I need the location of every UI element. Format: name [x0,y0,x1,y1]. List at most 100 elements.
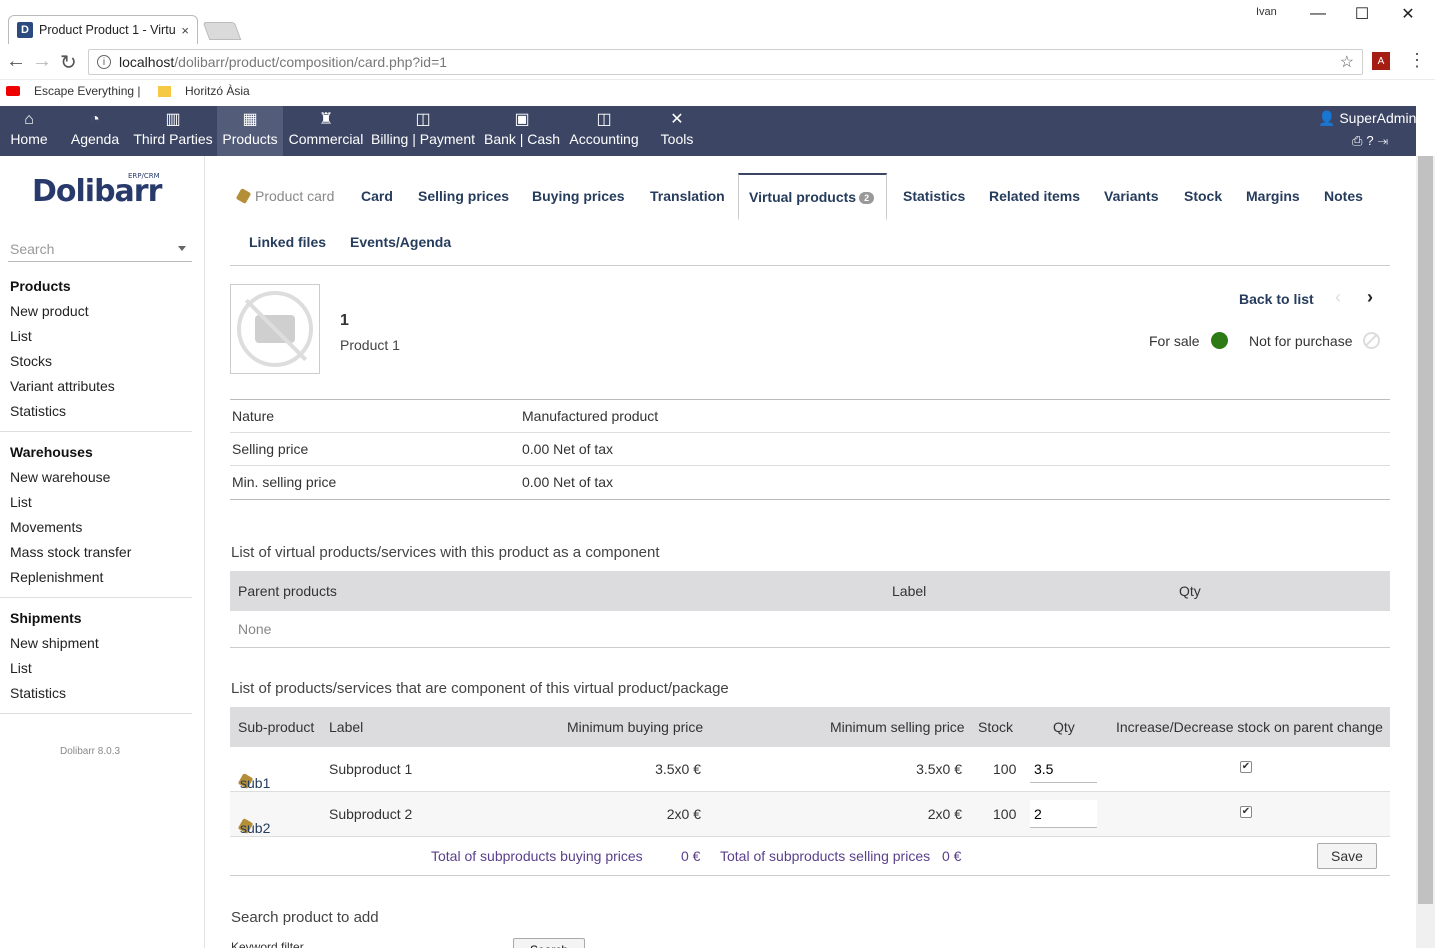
address-bar[interactable]: i localhost/dolibarr/product/composition… [88,49,1363,75]
parents-empty-row: None [230,610,1390,648]
count-badge: 2 [859,192,875,204]
not-for-purchase-label: Not for purchase [1249,333,1353,349]
stock-change-checkbox[interactable]: ✔ [1240,806,1252,818]
url-host: localhost [119,54,175,70]
browser-menu-icon[interactable]: ⋮ [1408,50,1426,71]
bookmark-horitzo-asia[interactable]: Horitzó Àsia [158,84,250,98]
tab-related-items[interactable]: Related items [989,188,1080,204]
topmenu-label: Products [222,131,278,147]
tab-notes[interactable]: Notes [1324,188,1363,204]
product-photo-placeholder[interactable] [230,284,320,374]
tab-margins[interactable]: Margins [1246,188,1300,204]
back-arrow-icon[interactable]: ← [6,50,26,73]
previous-arrow-icon[interactable]: ‹ [1335,287,1341,308]
status-on-icon[interactable] [1211,332,1228,349]
menu-item[interactable]: Statistics [0,399,192,424]
menu-item[interactable]: New warehouse [0,465,192,490]
tab-close-icon[interactable]: × [181,23,189,38]
tab-card[interactable]: Card [361,188,393,204]
menu-item[interactable]: Variant attributes [0,374,192,399]
topmenu-tools[interactable]: ✕ Tools [650,106,704,156]
browser-tab[interactable]: D Product Product 1 - Virtu × [8,15,198,44]
site-info-icon[interactable]: i [97,55,111,69]
next-arrow-icon[interactable]: › [1367,287,1373,308]
subproduct-ref: sub2 [240,820,271,836]
forward-arrow-icon[interactable]: → [32,50,52,73]
tab-translation[interactable]: Translation [650,188,725,204]
table-row: sub1 Subproduct 1 3.5x0 € 3.5x0 € 100 ✔ [230,747,1390,792]
status-off-icon[interactable] [1363,332,1380,349]
tab-stock[interactable]: Stock [1184,188,1222,204]
new-tab-button[interactable] [202,22,242,40]
attr-key: Nature [232,408,275,424]
attr-row: Nature Manufactured product [230,400,1390,433]
topmenu-label: Commercial [288,131,364,147]
topmenu-commercial[interactable]: ♜ Commercial [286,106,366,156]
vertical-scrollbar[interactable] [1416,156,1435,948]
for-sale-label: For sale [1149,333,1200,349]
tab-title: Product Product 1 - Virtu [39,23,176,37]
back-to-list-link[interactable]: Back to list [1239,291,1314,307]
stock-value: 100 [993,761,1017,777]
tab-selling-prices[interactable]: Selling prices [418,188,509,204]
qty-input[interactable] [1030,800,1097,828]
bookmark-escape-everything[interactable]: Escape Everything | [6,84,141,98]
menu-item[interactable]: New shipment [0,631,192,656]
menu-item[interactable]: Movements [0,515,192,540]
tab-buying-prices[interactable]: Buying prices [532,188,625,204]
tab-statistics[interactable]: Statistics [903,188,965,204]
tab-variants[interactable]: Variants [1104,188,1158,204]
menu-search-select[interactable]: Search [8,238,192,262]
bookmark-star-icon[interactable]: ☆ [1340,52,1354,72]
maximize-icon[interactable]: ☐ [1339,2,1385,26]
tab-events-agenda[interactable]: Events/Agenda [350,234,451,250]
browser-profile-name[interactable]: Ivan [1256,6,1277,18]
topmenu-label: Bank | Cash [483,131,560,147]
topmenu-home[interactable]: ⌂ Home [0,106,58,156]
login-user[interactable]: 👤 SuperAdmin [1318,110,1416,127]
search-button[interactable]: Search [513,938,585,948]
attr-row: Selling price 0.00 Net of tax [230,433,1390,466]
save-button[interactable]: Save [1317,843,1377,869]
topmenu-bank-cash[interactable]: ▣ Bank | Cash [481,106,563,156]
tab-product-card[interactable]: Product card [235,188,334,204]
pdf-extension-icon[interactable]: A [1372,52,1390,70]
menu-heading[interactable]: Products [0,274,192,299]
safe-icon: ▣ [514,111,530,128]
menu-item[interactable]: Mass stock transfer [0,540,192,565]
menu-item[interactable]: List [0,656,192,681]
topmenu-accounting[interactable]: ◫ Accounting [567,106,641,156]
scrollbar-thumb[interactable] [1418,156,1433,904]
menu-item[interactable]: Stocks [0,349,192,374]
menu-item[interactable]: New product [0,299,192,324]
login-tools-icons[interactable]: ⎙?⇥ [1352,133,1392,149]
product-attributes-table: Nature Manufactured product Selling price… [230,399,1390,500]
version-label: Dolibarr 8.0.3 [60,746,121,757]
tab-linked-files[interactable]: Linked files [249,234,326,250]
qty-input[interactable] [1030,755,1097,783]
window-close-icon[interactable]: ✕ [1385,2,1431,26]
total-selling-value: 0 € [942,848,962,864]
topmenu-third-parties[interactable]: ▥ Third Parties [132,106,214,156]
menu-item[interactable]: List [0,324,192,349]
topmenu-billing-payment[interactable]: ◫ Billing | Payment [370,106,476,156]
topmenu-agenda[interactable]: ◔ Agenda [62,106,128,156]
column-header: Label [329,719,364,735]
menu-item[interactable]: List [0,490,192,515]
menu-item[interactable]: Statistics [0,681,192,706]
attr-value: 0.00 Net of tax [522,474,614,490]
tab-virtual-products[interactable]: Virtual products 2 [738,173,887,220]
minimize-icon[interactable]: — [1295,2,1341,26]
menu-item[interactable]: Replenishment [0,565,192,590]
menu-heading[interactable]: Warehouses [0,440,192,465]
product-tabs: Product card Card Selling prices Buying … [230,173,1390,266]
min-selling-price: 3.5x0 € [916,761,962,777]
menu-section-products: Products New product List Stocks Variant… [0,274,192,432]
dolibarr-logo[interactable]: Dolibarr ERP/CRM [32,172,162,209]
stock-change-checkbox[interactable]: ✔ [1240,761,1252,773]
column-header: Qty [1053,719,1075,735]
reload-icon[interactable]: ↻ [60,50,77,75]
menu-heading[interactable]: Shipments [0,606,192,631]
topmenu-products[interactable]: ▦ Products [217,106,283,156]
totals-row: Total of subproducts buying prices 0 € T… [230,836,1390,876]
